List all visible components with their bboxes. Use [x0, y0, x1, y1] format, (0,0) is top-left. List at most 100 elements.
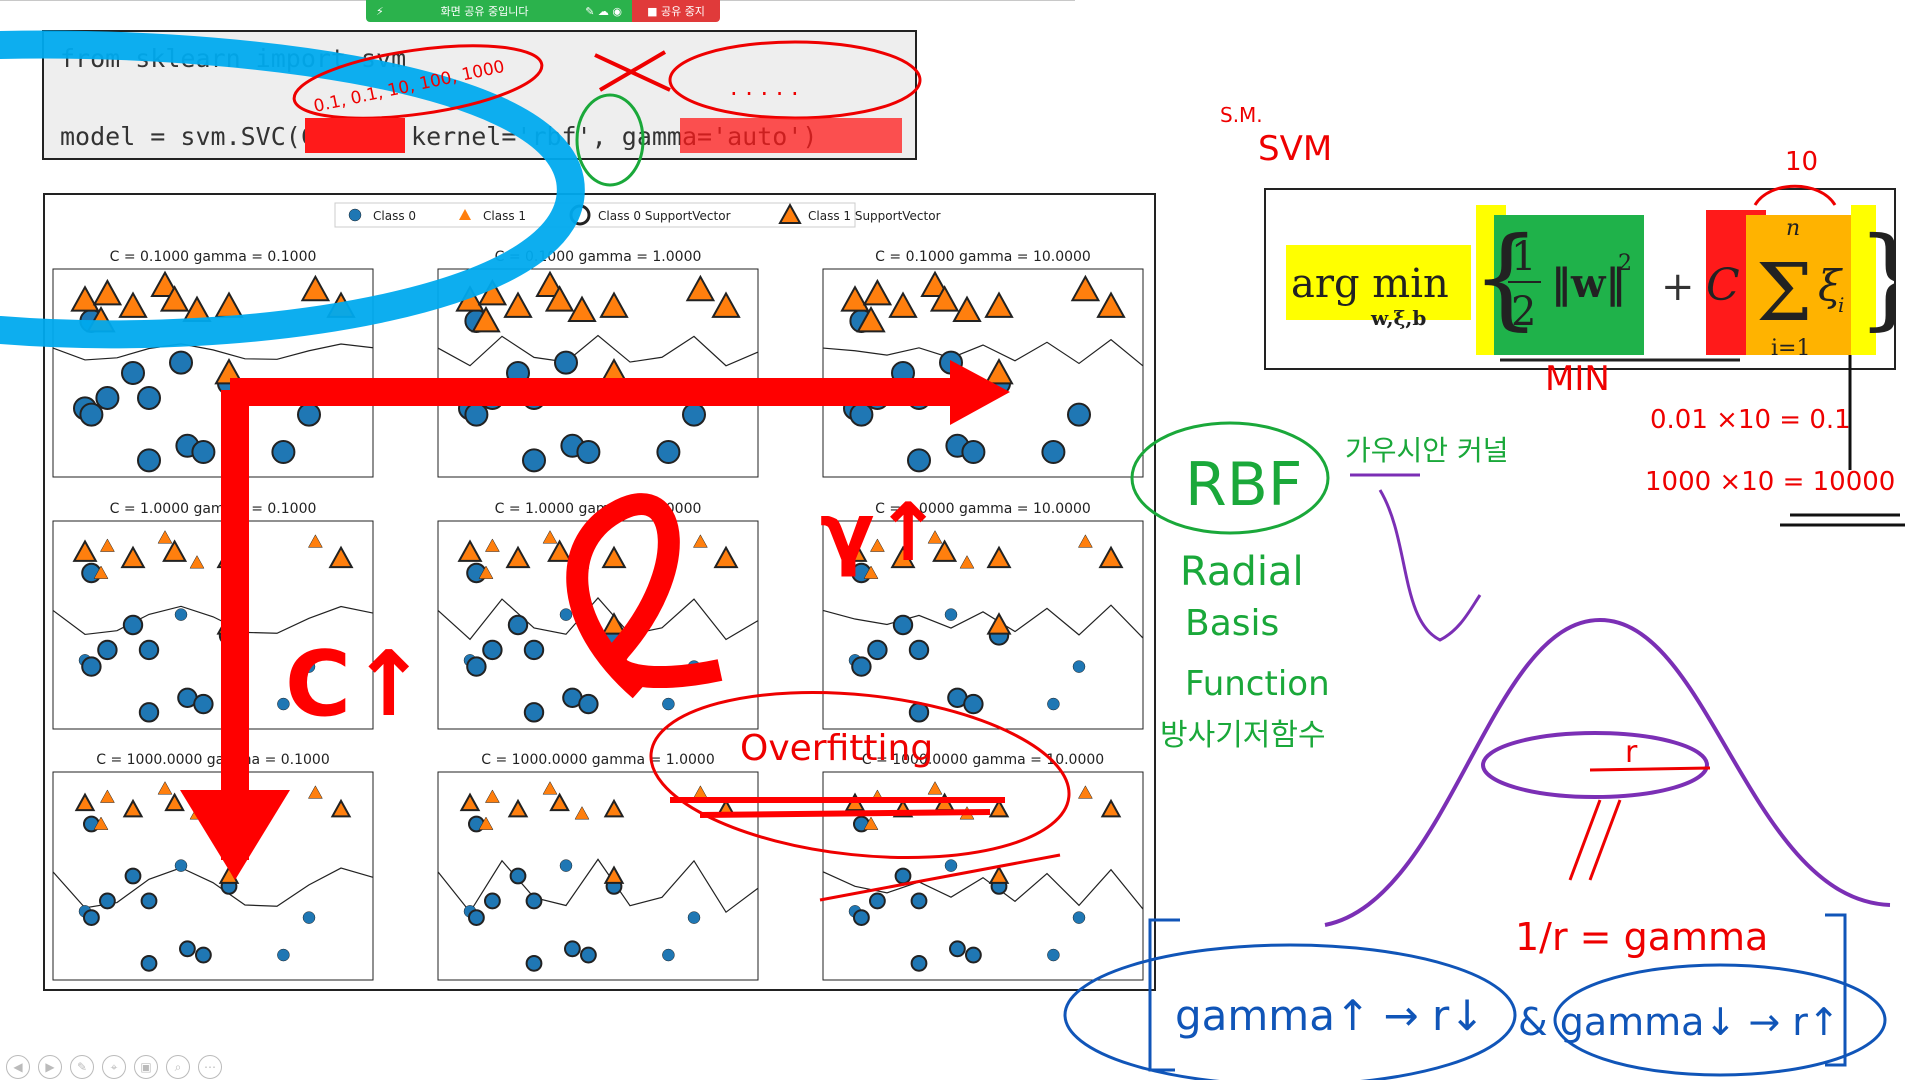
class0-point — [525, 892, 543, 910]
class0-point — [509, 867, 527, 885]
class0-point — [277, 697, 290, 711]
subplot-title: C = 0.1000 gamma = 0.1000 — [110, 249, 317, 265]
class0-point — [484, 892, 501, 910]
class0-point — [865, 385, 890, 410]
share-status-label: 화면 공유 중입니다 — [440, 5, 529, 18]
pen-icon[interactable]: ✎ — [70, 1055, 94, 1079]
class0-point — [576, 440, 601, 465]
rbf-note-circle — [1130, 421, 1330, 535]
class0-point — [191, 440, 216, 465]
class0-point — [140, 892, 158, 910]
subplot-frame — [437, 771, 759, 981]
argmin-text: arg min — [1291, 261, 1449, 307]
argmin-subscript: w,ξ,b — [1370, 306, 1426, 330]
stop-icon: ■ — [647, 4, 661, 18]
class0-point — [121, 361, 145, 385]
code-line-import: from sklearn import svm — [60, 44, 407, 73]
legend-label: Class 1 SupportVector — [808, 209, 941, 223]
plus-sign: + — [1661, 264, 1695, 310]
class0-point — [179, 940, 196, 958]
class0-point — [174, 859, 188, 872]
class0-point — [944, 859, 958, 872]
class0-point — [302, 911, 316, 924]
pointer-icon[interactable]: ⌖ — [102, 1055, 126, 1079]
class0-point — [122, 614, 144, 636]
class0-point — [81, 656, 102, 677]
class0-point — [466, 656, 487, 677]
subplot-title: C = 1000.0000 gamma = 1.0000 — [481, 752, 715, 768]
class0-point — [554, 350, 578, 375]
xi-subscript: i — [1838, 293, 1844, 317]
next-icon[interactable]: ▶ — [38, 1055, 62, 1079]
class0-point — [169, 350, 193, 375]
prev-icon[interactable]: ◀ — [6, 1055, 30, 1079]
class0-point — [869, 892, 886, 910]
svm-note: SVM — [1258, 129, 1332, 169]
class0-point — [1047, 697, 1060, 711]
class0-point — [1072, 911, 1086, 924]
bell-curve — [1324, 617, 1891, 927]
function-note: Function — [1185, 664, 1330, 704]
sum-upper: n — [1786, 216, 1800, 241]
norm-w: ‖w‖ — [1551, 260, 1625, 307]
subplot-title: C = 1000.0000 gamma = 0.1000 — [96, 752, 330, 768]
class0-point — [525, 954, 543, 972]
formula-canvas: arg min w,ξ,b { 1 2 ‖w‖ 2 + C n Σ i=1 ξ … — [1286, 205, 1920, 361]
class0-point — [949, 940, 966, 958]
class0-point — [193, 693, 214, 715]
class0-point — [908, 639, 930, 661]
inverse-gamma-note: 1/r = gamma — [1515, 915, 1768, 959]
subplot-frame — [822, 771, 1144, 981]
class0-point — [910, 892, 928, 910]
rbf-korean2-note: 방사기저함수 — [1160, 718, 1326, 753]
figure-canvas: Class 0 Class 1 Class 0 SupportVector Class… — [52, 202, 1144, 981]
legend-label: Class 0 SupportVector — [598, 209, 731, 223]
class0-point — [1041, 440, 1066, 465]
class0-point — [963, 693, 984, 715]
screen-icon[interactable]: ▣ — [134, 1055, 158, 1079]
calc-large-c: 1000 ×10 = 10000 — [1645, 467, 1895, 497]
legend-label: Class 1 — [483, 209, 526, 223]
code-kernel-arg: , kernel='rbf', — [380, 122, 622, 151]
class0-point — [174, 608, 188, 621]
basis-note: Basis — [1185, 603, 1279, 644]
sum-lower: i=1 — [1771, 336, 1810, 361]
gamma-up-note: gamma↑ → r↓ — [1175, 991, 1485, 1040]
class0-point — [559, 859, 573, 872]
svm-grid-figure: Class 0 Class 1 Class 0 SupportVector Class… — [43, 193, 1156, 991]
class0-point — [851, 656, 872, 677]
sum-symbol: Σ — [1756, 246, 1813, 339]
class0-point — [662, 948, 675, 962]
norm-power: 2 — [1618, 251, 1632, 276]
share-tools-icon[interactable]: ✎ ☁ ◉ — [585, 5, 622, 18]
half-denominator: 2 — [1511, 289, 1536, 335]
stop-share-button[interactable]: ■ 공유 중지 — [632, 0, 720, 22]
class0-point — [137, 385, 161, 410]
class0-point — [961, 440, 986, 465]
class0-point — [138, 639, 160, 661]
class0-point — [662, 697, 675, 711]
subplot-frame — [822, 520, 1144, 730]
more-icon[interactable]: ⋯ — [198, 1055, 222, 1079]
class0-point — [1072, 660, 1086, 673]
subplot-frame — [437, 520, 759, 730]
class0-point — [124, 867, 142, 885]
class0-point — [297, 402, 321, 427]
class0-point — [656, 440, 681, 465]
class0-point — [907, 385, 931, 410]
class0-point — [506, 361, 530, 385]
class0-point — [910, 954, 928, 972]
class0-point — [564, 940, 581, 958]
subplot-frame — [52, 520, 374, 730]
calc-underline — [1780, 513, 1905, 527]
gamma-down-circle — [1553, 963, 1887, 1077]
zoom-icon[interactable]: ⌕ — [166, 1055, 190, 1079]
presentation-toolbar: ◀ ▶ ✎ ⌖ ▣ ⌕ ⋯ — [6, 1055, 222, 1079]
purple-arrow — [1378, 489, 1482, 642]
class0-point — [578, 693, 599, 715]
class0-point — [468, 909, 485, 926]
code-snippet: from sklearn import svm model = svm.SVC(… — [42, 30, 917, 160]
svm-objective-formula: arg min w,ξ,b { 1 2 ‖w‖ 2 + C n Σ i=1 ξ … — [1264, 188, 1920, 370]
class0-point — [480, 385, 505, 410]
rbf-note: RBF — [1185, 450, 1302, 520]
